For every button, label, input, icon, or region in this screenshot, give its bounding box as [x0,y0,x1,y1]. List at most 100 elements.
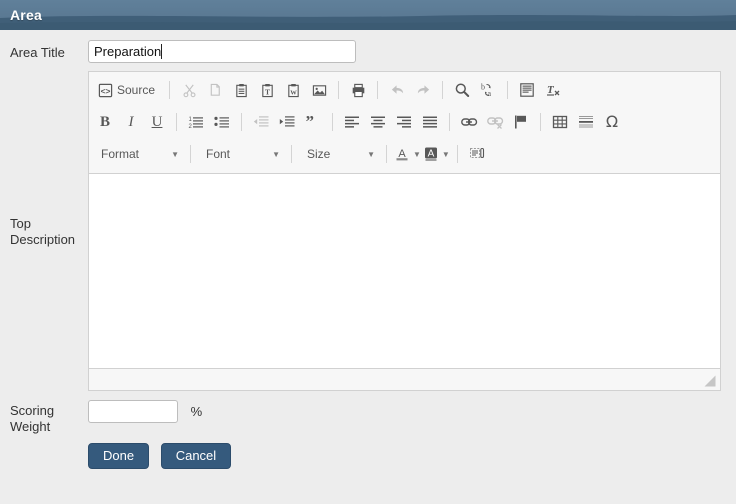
undo-arrow-icon [391,84,403,94]
text-color-button[interactable]: A ▼ [394,142,421,166]
toolbar-separator [176,113,177,131]
horizontal-rule-button[interactable] [574,110,598,134]
image-icon [312,84,326,96]
align-left-button[interactable] [340,110,364,134]
form-actions-row: Done Cancel [0,443,736,469]
paste-text-icon: T [261,83,273,97]
toolbar-separator [507,81,509,99]
redo-arrow-icon [417,84,429,94]
svg-text:A: A [398,148,406,160]
page-title: Area [10,7,42,23]
bulleted-list-icon [214,116,229,128]
remove-format-button[interactable]: T [541,78,565,102]
area-title-row: Area Title Preparation [0,30,736,63]
replace-button[interactable]: b a [476,78,500,102]
select-all-button[interactable] [515,78,539,102]
copy-button[interactable] [203,78,227,102]
show-blocks-button[interactable] [465,142,489,166]
background-color-icon: A [424,147,437,161]
svg-text:”: ” [306,114,315,130]
paste-button[interactable] [229,78,253,102]
print-button[interactable] [346,78,370,102]
font-dropdown[interactable]: Font ▼ [197,142,285,166]
table-button[interactable] [548,110,572,134]
format-dropdown[interactable]: Format ▼ [92,142,184,166]
source-icon: <> [98,83,113,97]
area-title-label: Area Title [10,45,65,60]
toolbar-separator [241,113,242,131]
blockquote-button[interactable]: ” [301,110,325,134]
toolbar-separator [332,113,333,131]
area-title-input[interactable]: Preparation [88,40,356,63]
redo-button[interactable] [411,78,435,102]
area-form: Area Title Preparation Top Description <… [0,30,736,469]
font-dropdown-label: Font [206,147,231,161]
editor-toolbar-row-1: <> Source T W b a T [92,74,717,106]
table-icon [552,115,568,129]
align-right-button[interactable] [392,110,416,134]
chevron-down-icon: ▼ [272,149,280,159]
scoring-weight-input[interactable] [88,400,178,423]
special-char-button[interactable]: Ω [600,110,624,134]
numbered-list-button[interactable]: 1 2 [184,110,208,134]
paste-word-button[interactable]: W [281,78,305,102]
source-button-label: Source [117,83,156,97]
cut-button[interactable] [177,78,201,102]
align-center-icon [371,116,385,128]
replace-icon: b a [481,83,492,99]
underline-button[interactable]: U [145,110,169,134]
align-left-icon [345,116,359,128]
select-all-icon [520,83,534,97]
scoring-weight-label-line1: Scoring [10,403,55,418]
scoring-weight-row: Scoring Weight % [0,400,736,435]
paste-text-button[interactable]: T [255,78,279,102]
unlink-icon [486,117,503,129]
omega-icon: Ω [605,112,619,131]
resize-grip-icon[interactable] [704,375,716,387]
svg-text:W: W [290,89,297,96]
toolbar-separator [449,113,450,131]
chevron-down-icon: ▼ [171,149,179,159]
svg-text:2: 2 [189,124,193,130]
justify-button[interactable] [418,110,442,134]
text-color-icon: A [396,148,408,161]
toolbar-separator [442,81,444,99]
cancel-button[interactable]: Cancel [160,443,232,469]
done-button[interactable]: Done [88,443,150,469]
svg-text:A: A [428,149,435,160]
horizontal-rule-icon [579,116,593,128]
scoring-weight-label-line2: Weight [10,419,51,434]
toolbar-separator [190,145,191,163]
bold-button[interactable]: B [93,110,117,134]
toolbar-separator [338,81,340,99]
size-dropdown-label: Size [307,147,331,161]
bulleted-list-button[interactable] [210,110,234,134]
size-dropdown[interactable]: Size ▼ [298,142,380,166]
indent-icon [279,116,295,127]
scoring-weight-label: Scoring Weight [0,400,88,435]
image-button[interactable] [307,78,331,102]
source-button[interactable]: <> Source [93,78,162,102]
link-button[interactable] [457,110,481,134]
indent-button[interactable] [275,110,299,134]
area-title-field-cell: Preparation [88,40,736,63]
toolbar-separator [540,113,541,131]
align-center-button[interactable] [366,110,390,134]
italic-button[interactable]: I [119,110,143,134]
bold-icon: B [99,113,110,130]
format-dropdown-label: Format [101,147,140,161]
unlink-button[interactable] [483,110,507,134]
outdent-button[interactable] [249,110,273,134]
background-color-button[interactable]: A ▼ [423,142,450,166]
numbered-list-icon: 1 2 [189,117,203,130]
remove-format-icon: T [547,84,560,96]
find-button[interactable] [450,78,474,102]
chevron-down-icon: ▼ [367,149,375,159]
chevron-down-icon: ▼ [441,149,450,159]
undo-button[interactable] [385,78,409,102]
top-description-row: Top Description <> Source T W b a T B I … [0,71,736,391]
anchor-button[interactable] [509,110,533,134]
editor-content-area[interactable] [89,174,720,368]
toolbar-separator [291,145,292,163]
toolbar-separator [169,81,171,99]
